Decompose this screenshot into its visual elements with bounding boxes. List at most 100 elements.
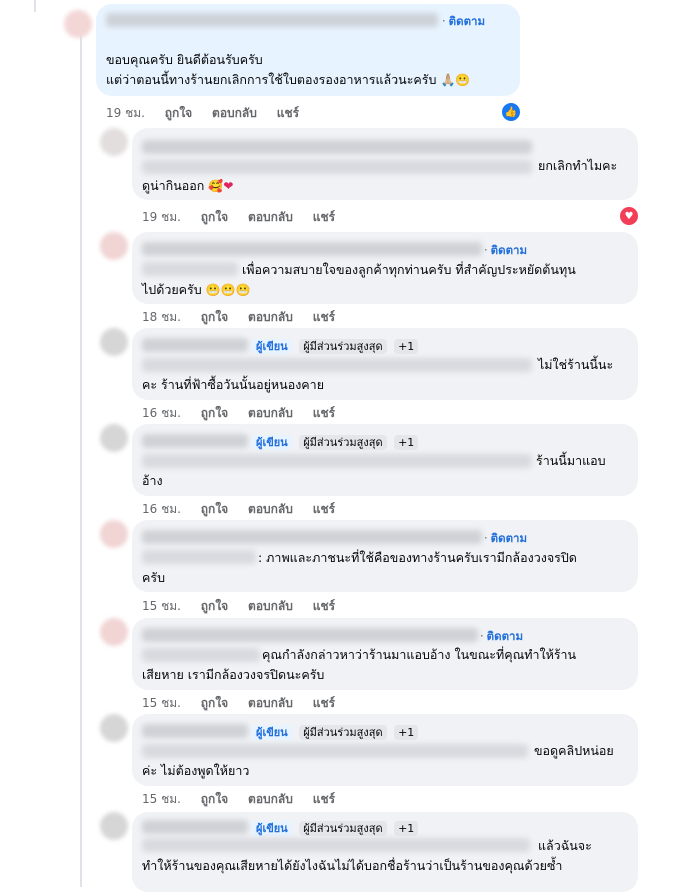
avatar[interactable] (64, 10, 92, 38)
badge-group: ผู้เขียน ผู้มีส่วนร่วมสูงสุด +1 (252, 723, 419, 741)
comment-actions: 18 ชม. ถูกใจ ตอบกลับ แชร์ (142, 308, 351, 327)
follow-button[interactable]: · ติดตาม (480, 628, 523, 646)
author-badge[interactable]: ผู้เขียน (252, 821, 292, 836)
comment-text: เสียหาย เรามีกล้องวงจรปิดนะครับ (142, 667, 325, 682)
share-button[interactable]: แชร์ (313, 792, 335, 806)
share-button[interactable]: แชร์ (313, 696, 335, 710)
comment-actions: 19 ชม. ถูกใจ ตอบกลับ แชร์ (106, 104, 315, 123)
reply-button[interactable]: ตอบกลับ (248, 696, 293, 710)
like-button[interactable]: ถูกใจ (201, 310, 228, 324)
like-button[interactable]: ถูกใจ (201, 696, 228, 710)
reply-button[interactable]: ตอบกลับ (248, 210, 293, 224)
author-name[interactable] (142, 724, 248, 738)
reply-button[interactable]: ตอบกลับ (248, 792, 293, 806)
avatar[interactable] (100, 232, 128, 260)
like-button[interactable]: ถูกใจ (201, 406, 228, 420)
author-name[interactable] (142, 530, 482, 544)
avatar[interactable] (100, 520, 128, 548)
comment-actions: 19 ชม. ถูกใจ ตอบกลับ แชร์ (142, 208, 351, 227)
reply-button[interactable]: ตอบกลับ (248, 310, 293, 324)
author-name[interactable] (142, 140, 532, 154)
author-name[interactable] (142, 338, 248, 352)
share-button[interactable]: แชร์ (313, 210, 335, 224)
top-fan-badge[interactable]: ผู้มีส่วนร่วมสูงสุด (299, 725, 387, 740)
avatar[interactable] (100, 812, 128, 840)
follow-button[interactable]: · ติดตาม (442, 13, 485, 31)
like-icon[interactable]: 👍 (501, 102, 521, 122)
comment-actions: 15 ชม. ถูกใจ ตอบกลับ แชร์ (142, 790, 351, 809)
timestamp[interactable]: 16 ชม. (142, 502, 181, 516)
comment-text: อ้าง (142, 473, 163, 488)
reply-button[interactable]: ตอบกลับ (248, 406, 293, 420)
thread-line (34, 0, 36, 12)
comment-text: ไม่ใช่ร้านนี้นะ (538, 357, 614, 372)
author-name[interactable] (142, 242, 482, 256)
redacted-text (142, 648, 260, 662)
comment-text: ทำให้ร้านของคุณเสียหายได้ยังไงฉันไม่ได้บ… (142, 858, 563, 873)
reply-button[interactable]: ตอบกลับ (248, 599, 293, 613)
comment-text: คุณกำลังกล่าวหาว่าร้านมาแอบอ้าง ในขณะที่… (262, 647, 577, 662)
timestamp[interactable]: 18 ชม. (142, 310, 181, 324)
follow-button[interactable]: · ติดตาม (484, 530, 527, 548)
more-badges[interactable]: +1 (394, 725, 419, 740)
badge-group: ผู้เขียน ผู้มีส่วนร่วมสูงสุด +1 (252, 819, 419, 837)
author-name[interactable] (106, 13, 438, 27)
author-name[interactable] (142, 628, 478, 642)
share-button[interactable]: แชร์ (313, 310, 335, 324)
share-button[interactable]: แชร์ (313, 502, 335, 516)
author-badge[interactable]: ผู้เขียน (252, 725, 292, 740)
avatar[interactable] (100, 328, 128, 356)
more-badges[interactable]: +1 (394, 821, 419, 836)
comment-actions: 15 ชม. ถูกใจ ตอบกลับ แชร์ (142, 694, 351, 713)
like-button[interactable]: ถูกใจ (201, 599, 228, 613)
reply-button[interactable]: ตอบกลับ (212, 106, 257, 120)
smiling-hearts-emoji-icon: 🥰 (208, 179, 224, 193)
top-fan-badge[interactable]: ผู้มีส่วนร่วมสูงสุด (299, 821, 387, 836)
like-button[interactable]: ถูกใจ (165, 106, 192, 120)
more-badges[interactable]: +1 (394, 435, 419, 450)
comment-actions: 15 ชม. ถูกใจ ตอบกลับ แชร์ (142, 597, 351, 616)
comment-text: แต่ว่าตอนนี้ทางร้านยกเลิกการใช้ใบตองรองอ… (106, 72, 471, 87)
share-button[interactable]: แชร์ (313, 406, 335, 420)
like-button[interactable]: ถูกใจ (201, 792, 228, 806)
redacted-text (142, 262, 238, 276)
grimace-emoji-icon: 😬 (455, 73, 471, 87)
redacted-text (142, 160, 532, 174)
badge-group: ผู้เขียน ผู้มีส่วนร่วมสูงสุด +1 (252, 433, 419, 451)
share-button[interactable]: แชร์ (277, 106, 299, 120)
comment-text: ขอดูคลิปหน่อย (534, 743, 614, 758)
timestamp[interactable]: 19 ชม. (142, 210, 181, 224)
pray-emoji-icon: 🙏🏼 (440, 73, 456, 87)
comment-text: ขอบคุณครับ ยินดีต้อนรับครับ (106, 52, 263, 67)
thread-line (80, 34, 82, 887)
reply-button[interactable]: ตอบกลับ (248, 502, 293, 516)
love-icon[interactable]: ♥ (619, 206, 639, 226)
comment-actions: 16 ชม. ถูกใจ ตอบกลับ แชร์ (142, 500, 351, 519)
more-badges[interactable]: +1 (394, 339, 419, 354)
avatar[interactable] (100, 618, 128, 646)
redacted-text (142, 838, 530, 852)
top-fan-badge[interactable]: ผู้มีส่วนร่วมสูงสุด (299, 435, 387, 450)
timestamp[interactable]: 15 ชม. (142, 599, 181, 613)
author-name[interactable] (142, 820, 248, 834)
like-button[interactable]: ถูกใจ (201, 502, 228, 516)
timestamp[interactable]: 15 ชม. (142, 792, 181, 806)
comment-text: : ภาพและภาชนะที่ใช้คือของทางร้านครับเราม… (258, 550, 577, 565)
comment-text: ค่ะ ไม่ต้องพูดให้ยาว (142, 763, 250, 778)
timestamp[interactable]: 19 ชม. (106, 106, 145, 120)
comment-text: ไปด้วยครับ 😬😬😬 (142, 282, 251, 297)
share-button[interactable]: แชร์ (313, 599, 335, 613)
like-button[interactable]: ถูกใจ (201, 210, 228, 224)
author-badge[interactable]: ผู้เขียน (252, 435, 292, 450)
avatar[interactable] (100, 714, 128, 742)
follow-button[interactable]: · ติดตาม (484, 242, 527, 260)
avatar[interactable] (100, 424, 128, 452)
author-name[interactable] (142, 434, 248, 448)
timestamp[interactable]: 16 ชม. (142, 406, 181, 420)
top-fan-badge[interactable]: ผู้มีส่วนร่วมสูงสุด (299, 339, 387, 354)
avatar[interactable] (100, 128, 128, 156)
timestamp[interactable]: 15 ชม. (142, 696, 181, 710)
author-badge[interactable]: ผู้เขียน (252, 339, 292, 354)
comment-text: ยกเลิกทำไมคะ (538, 158, 618, 173)
comment-text: คะ ร้านที่ฟ้าซื้อวันนั้นอยู่หนองคาย (142, 377, 325, 392)
